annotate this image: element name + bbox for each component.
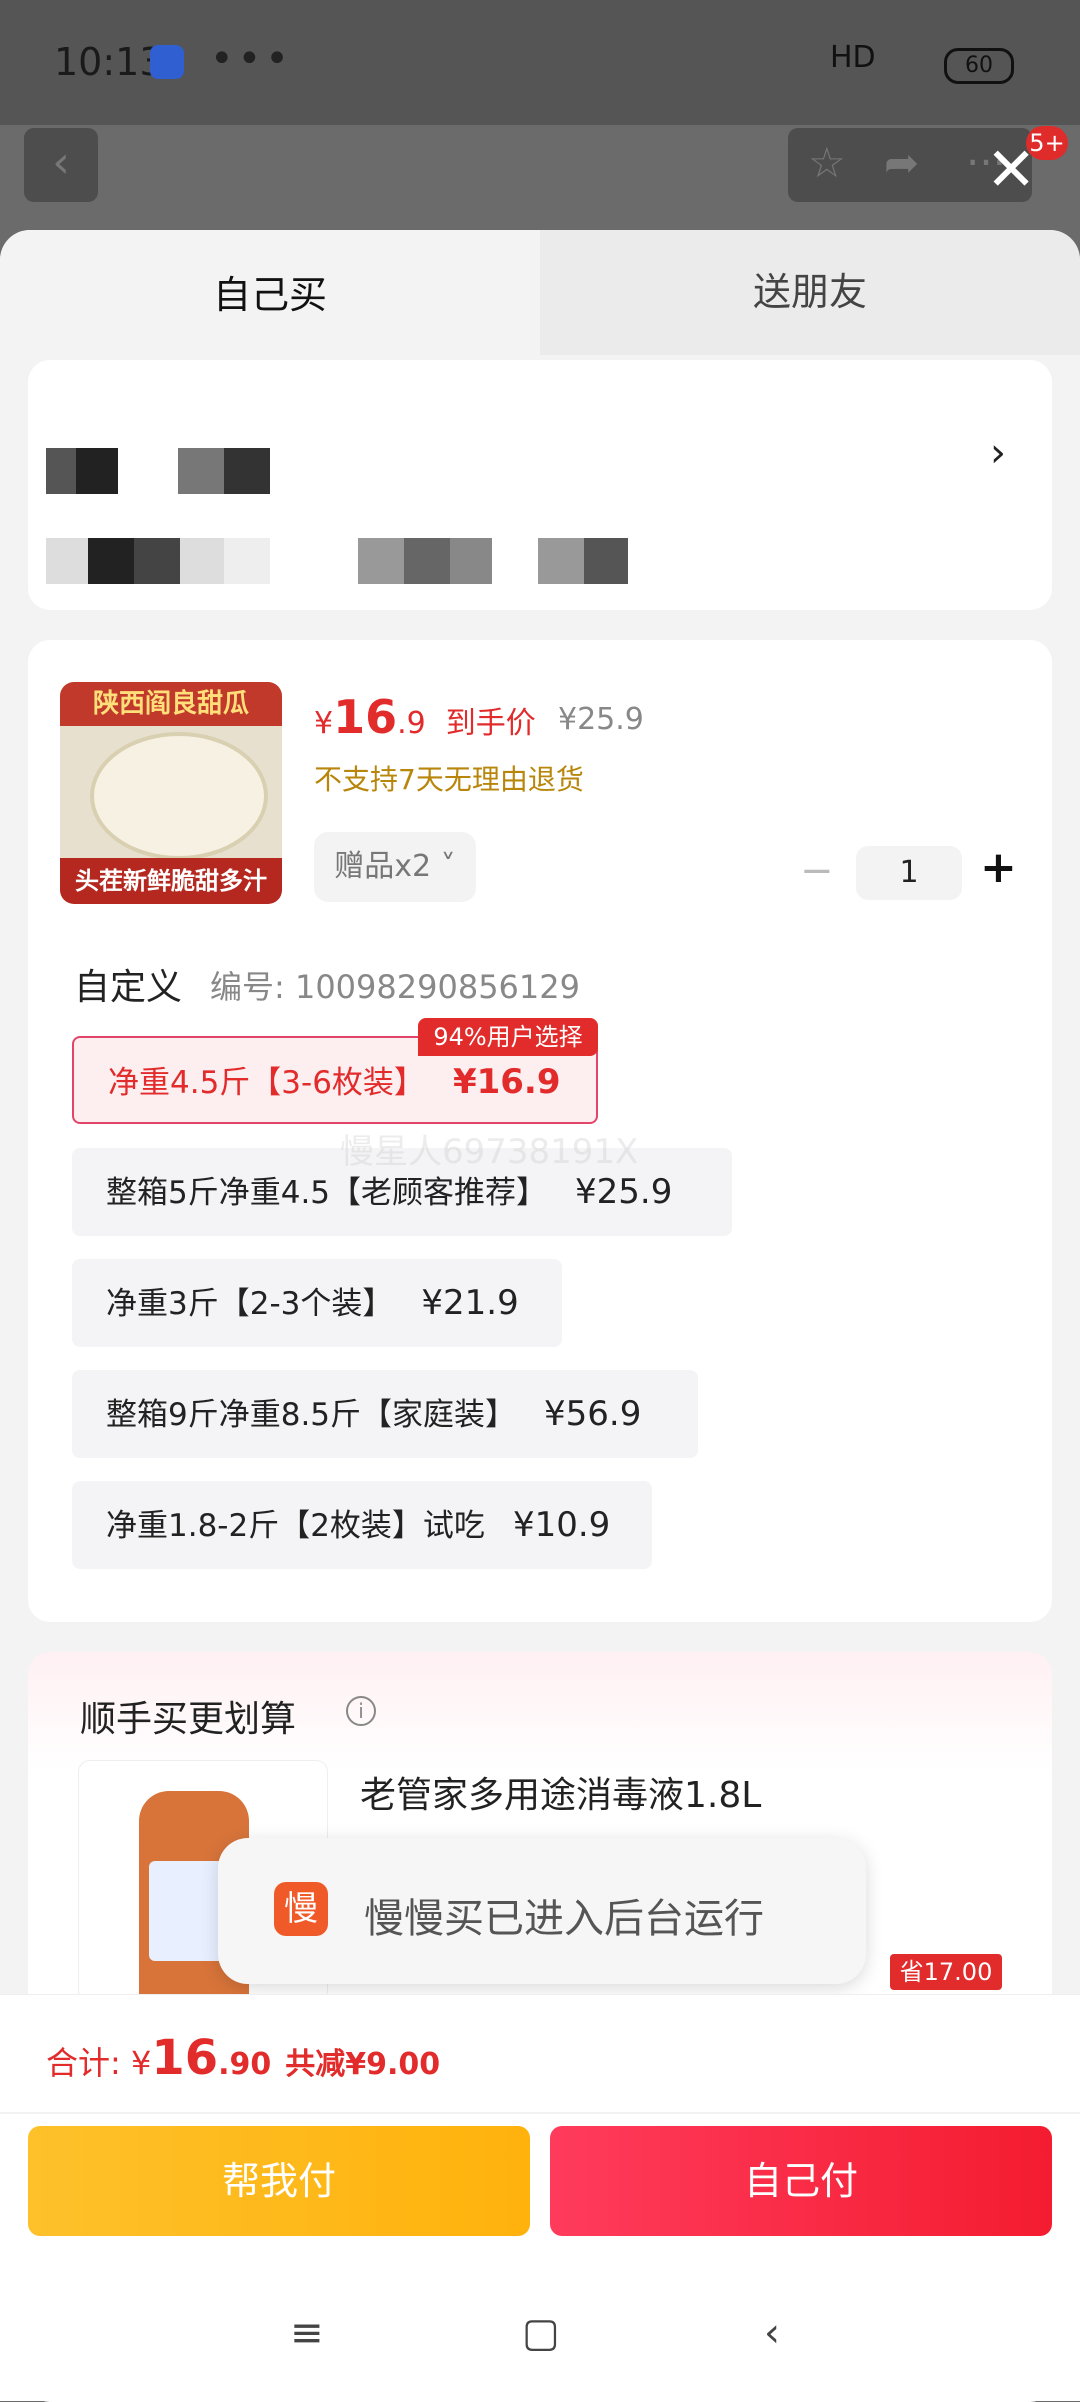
battery-icon: 60 [944, 48, 1014, 84]
tab-buy-self[interactable]: 自己买 [0, 230, 540, 360]
self-pay-button[interactable]: 自己付 [550, 2126, 1052, 2236]
popular-choice-badge: 94%用户选择 [418, 1018, 598, 1056]
total-discount: 共减¥9.00 [285, 2047, 441, 2082]
addon-title: 顺手买更划算 [80, 1699, 297, 1740]
status-bar: 10:13 ••• HD 60 [0, 0, 1080, 125]
price-currency: ¥ [314, 706, 334, 741]
melon-illustration [90, 732, 268, 860]
price-label: 到手价 [445, 706, 536, 741]
order-total: 合计: ¥16.90 共减¥9.00 [46, 2030, 440, 2086]
background-toast: 慢 慢慢买已进入后台运行 [218, 1838, 866, 1984]
app-notification-icon [150, 45, 184, 79]
spec-option-3[interactable]: 净重3斤【2-3个装】 ¥21.9 [72, 1259, 562, 1347]
more-notifications-icon: ••• [210, 36, 293, 82]
spec-option-4[interactable]: 整箱9斤净重8.5斤【家庭装】 ¥56.9 [72, 1370, 698, 1458]
price-dec: .9 [397, 706, 426, 741]
app-logo-icon: 慢 [274, 1882, 328, 1936]
nav-menu-icon[interactable]: ≡ [290, 2310, 324, 2356]
star-icon[interactable]: ☆ [808, 138, 846, 187]
nav-back-icon[interactable]: ‹ [764, 2310, 780, 2356]
option-price: ¥10.9 [512, 1505, 611, 1545]
total-int: 16 [151, 2030, 219, 2086]
option-label: 整箱9斤净重8.5斤【家庭装】 [106, 1397, 517, 1433]
tab-bar: 送朋友 自己买 [0, 230, 1080, 360]
chevron-right-icon[interactable]: › [990, 430, 1006, 476]
option-price: ¥25.9 [575, 1172, 673, 1212]
save-badge: 省17.00元 [890, 1954, 1002, 2022]
option-price: ¥21.9 [421, 1283, 519, 1323]
quantity-decrease-button[interactable]: − [800, 848, 834, 894]
option-price: ¥16.9 [452, 1062, 561, 1102]
user-watermark: 慢星人69738191X [340, 1132, 639, 1172]
quantity-increase-button[interactable]: + [980, 842, 1017, 893]
close-icon[interactable]: ✕ [986, 140, 1036, 200]
total-label: 合计: ¥ [46, 2044, 152, 2082]
option-price: ¥56.9 [544, 1394, 642, 1434]
option-label: 整箱5斤净重4.5【老顾客推荐】 [106, 1175, 548, 1211]
spec-title: 自定义 [74, 967, 183, 1008]
option-label: 净重1.8-2斤【2枚装】试吃 [106, 1508, 485, 1544]
original-price: ¥25.9 [558, 702, 644, 737]
spec-option-5[interactable]: 净重1.8-2斤【2枚装】试吃 ¥10.9 [72, 1481, 652, 1569]
product-image: 陕西阎良甜瓜 头茬新鲜脆甜多汁 [60, 682, 282, 904]
status-time: 10:13 [54, 40, 164, 84]
gift-selector[interactable]: 赠品x2 ˅ [314, 832, 476, 902]
image-banner-top: 陕西阎良甜瓜 [60, 682, 282, 726]
price-int: 16 [333, 690, 398, 744]
return-policy-note: 不支持7天无理由退货 [314, 763, 584, 796]
final-price: ¥16.9 到手价 [314, 690, 536, 744]
signal-icon: HD [830, 40, 876, 75]
divider [0, 2112, 1080, 2114]
help-pay-button[interactable]: 帮我付 [28, 2126, 530, 2236]
address-card[interactable] [28, 360, 1052, 610]
toast-message: 慢慢买已进入后台运行 [364, 1896, 764, 1942]
image-banner-bottom: 头茬新鲜脆甜多汁 [60, 858, 282, 904]
quantity-input[interactable]: 1 [856, 846, 962, 900]
back-button[interactable]: ‹ [24, 128, 98, 202]
total-dec: .90 [218, 2047, 272, 2082]
tab-send-friend[interactable]: 送朋友 [540, 230, 1080, 355]
info-icon[interactable]: i [346, 1696, 376, 1726]
nav-home-icon[interactable]: ▢ [522, 2310, 560, 2356]
share-icon[interactable]: ➦ [884, 138, 919, 187]
addon-product-name[interactable]: 老管家多用途消毒液1.8L [360, 1766, 761, 1818]
option-label: 净重3斤【2-3个装】 [106, 1286, 394, 1322]
option-label: 净重4.5斤【3-6枚装】 [108, 1065, 425, 1101]
spec-number: 编号: 10098290856129 [210, 968, 580, 1006]
